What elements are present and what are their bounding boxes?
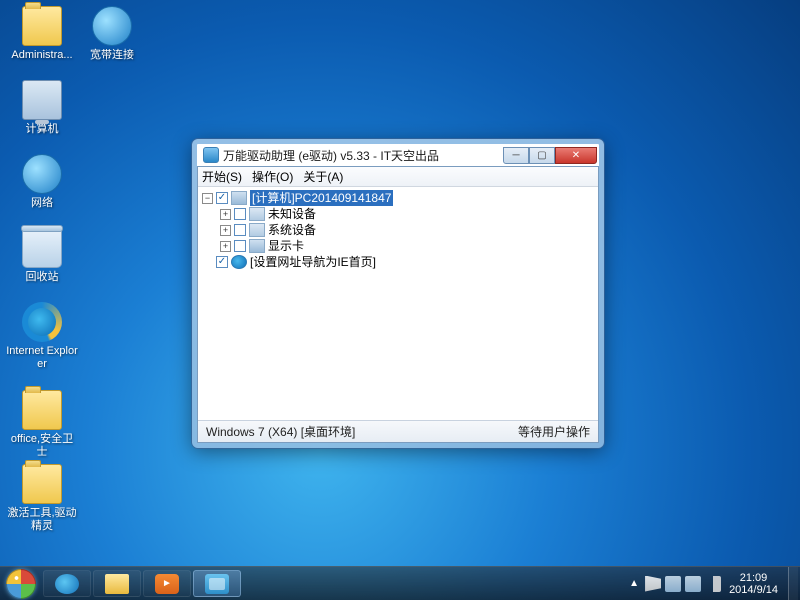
folder-icon [22, 6, 62, 46]
driver-assistant-window: 万能驱动助理 (e驱动) v5.33 - IT天空出品 ─ ▢ ✕ 开始(S) … [192, 139, 604, 448]
desktop-icon-activate[interactable]: 激活工具,驱动精灵 [6, 464, 78, 533]
taskbar-explorer[interactable] [93, 570, 141, 597]
folder-icon [105, 574, 129, 594]
ie-icon [55, 574, 79, 594]
show-desktop-button[interactable] [788, 567, 798, 600]
desktop-icon-label: 网络 [6, 197, 78, 210]
desktop-icon-label: 宽带连接 [76, 49, 148, 62]
windows-orb-icon [6, 569, 36, 599]
taskbar-driver-app[interactable] [193, 570, 241, 597]
statusbar: Windows 7 (X64) [桌面环境] 等待用户操作 [198, 420, 598, 442]
volume-icon[interactable] [705, 576, 721, 592]
desktop-icon-recycle[interactable]: 回收站 [6, 228, 78, 284]
window-title: 万能驱动助理 (e驱动) v5.33 - IT天空出品 [223, 147, 503, 164]
comp-icon [22, 80, 62, 120]
desktop-icon-administrator[interactable]: Administra... [6, 6, 78, 62]
tree-node-set-ie-homepage[interactable]: [设置网址导航为IE首页] [202, 254, 594, 270]
desktop-icon-network[interactable]: 网络 [6, 154, 78, 210]
desktop-icon-label: Administra... [6, 49, 78, 62]
bin-icon [22, 228, 62, 268]
folder-icon [22, 464, 62, 504]
desktop-icon-label: 激活工具,驱动精灵 [6, 507, 78, 533]
desktop-icon-office[interactable]: office,安全卫士 [6, 390, 78, 459]
tray-app-icon[interactable] [665, 576, 681, 592]
window-body: 开始(S) 操作(O) 关于(A) − [计算机]PC201409141847 … [197, 166, 599, 443]
action-center-icon[interactable] [645, 576, 661, 592]
app-icon [203, 147, 219, 163]
desktop-icon-label: 回收站 [6, 271, 78, 284]
tree-root-label: [计算机]PC201409141847 [250, 190, 393, 206]
tray-overflow-icon[interactable]: ▲ [629, 578, 639, 589]
menubar: 开始(S) 操作(O) 关于(A) [198, 167, 598, 187]
menu-start[interactable]: 开始(S) [202, 168, 242, 185]
desktop-icon-label: Internet Explorer [6, 345, 78, 371]
status-state: 等待用户操作 [518, 423, 590, 440]
clock-time: 21:09 [729, 572, 778, 584]
netg-icon [92, 6, 132, 46]
clock-date: 2014/9/14 [729, 584, 778, 596]
tree-root-computer[interactable]: − [计算机]PC201409141847 [202, 190, 594, 206]
start-button[interactable] [0, 567, 42, 600]
tree-node-display-adapter[interactable]: + 显示卡 [202, 238, 594, 254]
desktop-icon-broadband[interactable]: 宽带连接 [76, 6, 148, 62]
taskbar: ▲ 21:09 2014/9/14 [0, 566, 800, 600]
desktop-icon-label: office,安全卫士 [6, 433, 78, 459]
desktop-icon-computer[interactable]: 计算机 [6, 80, 78, 136]
driver-app-icon [205, 574, 229, 594]
menu-operate[interactable]: 操作(O) [252, 168, 293, 185]
menu-about[interactable]: 关于(A) [303, 168, 343, 185]
taskbar-media-player[interactable] [143, 570, 191, 597]
desktop-icon-label: 计算机 [6, 123, 78, 136]
taskbar-ie[interactable] [43, 570, 91, 597]
clock[interactable]: 21:09 2014/9/14 [729, 572, 778, 596]
desktop-icon-ie[interactable]: Internet Explorer [6, 302, 78, 371]
ie-icon [22, 302, 62, 342]
status-os: Windows 7 (X64) [桌面环境] [206, 423, 355, 440]
tree-node-system-devices[interactable]: + 系统设备 [202, 222, 594, 238]
minimize-button[interactable]: ─ [503, 147, 529, 164]
tree-node-unknown-devices[interactable]: + 未知设备 [202, 206, 594, 222]
maximize-button[interactable]: ▢ [529, 147, 555, 164]
titlebar[interactable]: 万能驱动助理 (e驱动) v5.33 - IT天空出品 ─ ▢ ✕ [197, 144, 599, 166]
device-tree: − [计算机]PC201409141847 + 未知设备 + 系统设备 + 显示… [198, 187, 598, 420]
close-button[interactable]: ✕ [555, 147, 597, 164]
folder-icon [22, 390, 62, 430]
netg-icon [22, 154, 62, 194]
media-player-icon [155, 574, 179, 594]
system-tray: ▲ 21:09 2014/9/14 [625, 567, 800, 600]
network-icon[interactable] [685, 576, 701, 592]
